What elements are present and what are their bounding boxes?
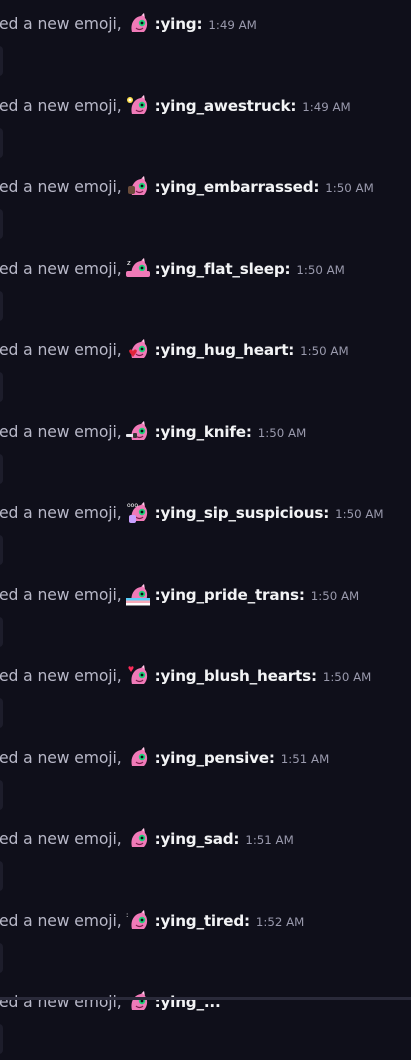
emoji-name[interactable]: :ying_...	[155, 993, 221, 1011]
ying-icon[interactable]	[126, 12, 150, 36]
emoji-added-message: ed a new emoji, :ying_embarrassed: 1:50 AM	[0, 163, 411, 245]
emoji-name[interactable]: :ying_blush_hearts:	[155, 667, 317, 685]
svg-text::: :	[126, 911, 128, 919]
message-line: ed a new emoji, :ying_pride_trans: 1:50 AM	[0, 583, 359, 607]
message-prefix-text: ed a new emoji,	[0, 178, 122, 196]
message-line: ed a new emoji, :ying_embarrassed: 1:50 AM	[0, 175, 374, 199]
message-line: ed a new emoji, :ying_hug_heart: 1:50 AM	[0, 338, 349, 362]
emoji-added-message: ed a new emoji,: :ying_tired: 1:52 AM	[0, 897, 411, 979]
ying-sip-suspicious-icon[interactable]: ooo	[126, 501, 150, 525]
message-timestamp[interactable]: 1:50 AM	[335, 507, 384, 521]
message-prefix-text: ed a new emoji,	[0, 259, 122, 278]
message-prefix-text: ed a new emoji,	[0, 504, 122, 522]
emoji-name[interactable]: :ying_awestruck:	[155, 97, 297, 115]
message-timestamp[interactable]: 1:50 AM	[296, 263, 345, 277]
message-timestamp[interactable]: 1:52 AM	[256, 915, 305, 929]
emoji-name[interactable]: :ying_sip_suspicious:	[155, 504, 330, 522]
message-line: ed a new emoji, :ying: 1:49 AM	[0, 12, 257, 36]
emoji-name[interactable]: :ying_flat_sleep:	[155, 260, 291, 278]
svg-text:z: z	[127, 259, 131, 267]
emoji-name[interactable]: :ying_pensive:	[155, 749, 275, 767]
message-accessory-edge	[0, 290, 3, 321]
message-accessory-edge	[0, 616, 3, 647]
message-prefix-text: ed a new emoji,	[0, 15, 122, 33]
message-accessory-edge	[0, 453, 3, 484]
emoji-name[interactable]: :ying_embarrassed:	[155, 178, 320, 196]
message-accessory-edge	[0, 209, 3, 239]
message-line: ed a new emoji, :ying_...	[0, 990, 227, 1014]
message-line: ed a new emoji, :ying_awestruck: 1:49 AM	[0, 94, 351, 118]
ying-embarrassed-icon[interactable]	[126, 175, 150, 199]
message-accessory-edge	[0, 698, 3, 728]
message-timestamp[interactable]: 1:50 AM	[325, 181, 374, 195]
message-accessory-edge	[0, 942, 3, 973]
emoji-name[interactable]: :ying_sad:	[155, 830, 240, 848]
message-prefix-text: ed a new emoji,	[0, 830, 122, 848]
message-timestamp[interactable]: 1:50 AM	[311, 589, 360, 603]
ying-knife-icon[interactable]	[125, 420, 150, 444]
message-prefix-text: ed a new emoji,	[0, 422, 122, 441]
message-prefix-text: ed a new emoji,	[0, 585, 122, 604]
message-timestamp[interactable]: 1:50 AM	[323, 670, 372, 684]
ying-pride-trans-icon[interactable]	[125, 583, 150, 607]
message-accessory-edge	[0, 1024, 3, 1054]
emoji-added-message: ed a new emoji, :ying_sad: 1:51 AM	[0, 815, 411, 897]
message-line: ed a new emoji, :ying_knife: 1:50 AM	[0, 420, 306, 444]
ying-tired-icon[interactable]: :	[126, 909, 150, 933]
emoji-added-message: ed a new emoji, ooo :ying_sip_suspicious: 1…	[0, 489, 411, 571]
message-prefix-text: ed a new emoji,	[0, 993, 122, 1011]
ying-icon[interactable]	[126, 990, 150, 1014]
message-accessory-edge	[0, 535, 3, 565]
emoji-name[interactable]: :ying_knife:	[155, 423, 252, 441]
message-line: ed a new emoji,: :ying_tired: 1:52 AM	[0, 909, 304, 933]
message-timestamp[interactable]: 1:50 AM	[300, 344, 349, 358]
emoji-added-message: ed a new emoji, :ying: 1:49 AM	[0, 0, 411, 82]
message-accessory-edge	[0, 861, 3, 891]
message-prefix-text: ed a new emoji,	[0, 911, 122, 930]
message-line: ed a new emoji, :ying_pensive: 1:51 AM	[0, 746, 329, 770]
emoji-added-message: ed a new emoji, :ying_pensive: 1:51 AM	[0, 734, 411, 816]
emoji-added-message: ed a new emoji, :ying_pride_trans: 1:50 AM	[0, 571, 411, 653]
emoji-added-message: ed a new emoji, :ying_hug_heart: 1:50 AM	[0, 326, 411, 408]
message-prefix-text: ed a new emoji,	[0, 341, 122, 359]
message-accessory-edge	[0, 46, 3, 76]
system-message-feed: ed a new emoji,:ying: 1:49 AM ed a new emo…	[0, 0, 411, 1054]
ying-pensive-icon[interactable]	[126, 746, 150, 770]
message-timestamp[interactable]: 1:50 AM	[258, 426, 307, 440]
message-timestamp[interactable]: 1:51 AM	[245, 833, 294, 847]
message-accessory-edge	[0, 127, 3, 158]
ying-sad-icon[interactable]	[126, 827, 150, 851]
message-prefix-text: ed a new emoji,	[0, 748, 122, 767]
emoji-added-message: ed a new emoji, :ying_knife: 1:50 AM	[0, 408, 411, 490]
emoji-added-message: ed a new emoji, :ying_blush_hearts: 1:50 A…	[0, 652, 411, 734]
message-prefix-text: ed a new emoji,	[0, 667, 122, 685]
ying-awestruck-icon[interactable]	[126, 94, 150, 118]
emoji-added-message: ed a new emoji, z :ying_flat_sleep: 1:50 AM	[0, 245, 411, 327]
ying-flat-sleep-icon[interactable]: z	[125, 257, 150, 281]
message-line: ed a new emoji, :ying_blush_hearts: 1:50 A…	[0, 664, 371, 688]
message-prefix-text: ed a new emoji,	[0, 96, 122, 115]
emoji-added-message: ed a new emoji, :ying_...	[0, 978, 411, 1060]
message-accessory-edge	[0, 372, 3, 402]
ying-hug-heart-icon[interactable]	[126, 338, 150, 362]
message-line: ed a new emoji, :ying_sad: 1:51 AM	[0, 827, 294, 851]
message-line: ed a new emoji, ooo :ying_sip_suspicious: 1…	[0, 501, 384, 525]
emoji-name[interactable]: :ying_hug_heart:	[155, 341, 295, 359]
svg-text:ooo: ooo	[127, 502, 138, 509]
ying-blush-hearts-icon[interactable]	[126, 664, 150, 688]
message-line: ed a new emoji, z :ying_flat_sleep: 1:50 AM	[0, 257, 345, 281]
emoji-name[interactable]: :ying_pride_trans:	[155, 586, 305, 604]
message-timestamp[interactable]: 1:49 AM	[302, 100, 351, 114]
message-accessory-edge	[0, 779, 3, 810]
emoji-added-message: ed a new emoji, :ying_awestruck: 1:49 AM	[0, 82, 411, 164]
emoji-name[interactable]: :ying:	[155, 15, 203, 33]
emoji-name[interactable]: :ying_tired:	[155, 912, 250, 930]
message-timestamp[interactable]: 1:49 AM	[208, 18, 257, 32]
message-timestamp[interactable]: 1:51 AM	[281, 752, 330, 766]
